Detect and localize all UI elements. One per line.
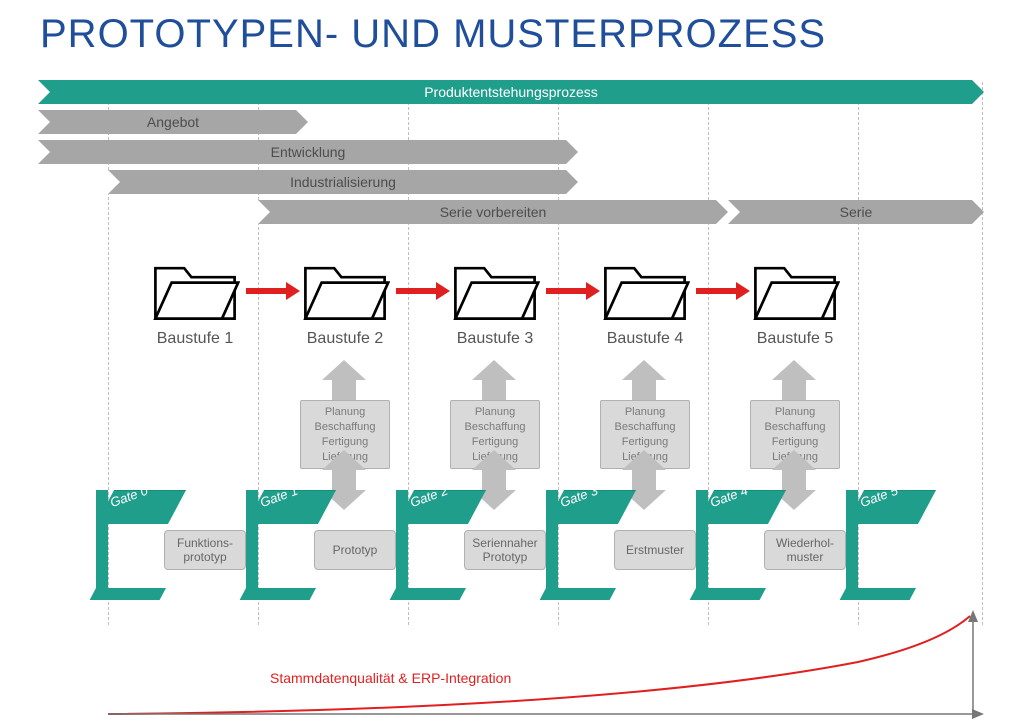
bar-serie: Serie — [728, 200, 984, 224]
folder-icon — [150, 252, 240, 324]
bar-entwicklung: Entwicklung — [38, 140, 578, 164]
stage-box: Funktions- prototyp — [164, 530, 246, 570]
baustufe-label: Baustufe 4 — [590, 330, 700, 348]
baustufe-label: Baustufe 1 — [140, 330, 250, 348]
bar-label: Produktentstehungsprozess — [424, 84, 598, 100]
folder-icon — [450, 252, 540, 324]
diagram-stage: PROTOTYPEN- UND MUSTERPROZESS Produktent… — [0, 0, 1024, 725]
stage-box: Erstmuster — [614, 530, 696, 570]
bar-produktentstehung: Produktentstehungsprozess — [38, 80, 984, 104]
flow-arrow-icon — [696, 288, 738, 294]
bar-label: Entwicklung — [271, 144, 346, 160]
flow-arrow-icon — [546, 288, 588, 294]
folder-icon — [750, 252, 840, 324]
stage-box: Wiederhol- muster — [764, 530, 846, 570]
bar-serie-vorbereiten: Serie vorbereiten — [258, 200, 728, 224]
baustufe-label: Baustufe 5 — [740, 330, 850, 348]
curve-label: Stammdatenqualität & ERP-Integration — [270, 670, 511, 686]
quality-curve — [108, 610, 988, 720]
page-title: PROTOTYPEN- UND MUSTERPROZESS — [40, 12, 826, 57]
folder-icon — [600, 252, 690, 324]
flow-arrow-icon — [246, 288, 288, 294]
folder-icon — [300, 252, 390, 324]
flow-arrow-icon — [396, 288, 438, 294]
bar-label: Serie vorbereiten — [440, 204, 547, 220]
gate-5: Gate 5 — [846, 490, 936, 600]
bar-industrialisierung: Industrialisierung — [108, 170, 578, 194]
guide-line — [982, 82, 983, 625]
baustufe-label: Baustufe 2 — [290, 330, 400, 348]
stage-box: Seriennaher Prototyp — [464, 530, 546, 570]
bar-label: Serie — [840, 204, 873, 220]
stage-box: Prototyp — [314, 530, 396, 570]
bar-label: Industrialisierung — [290, 174, 396, 190]
bar-angebot: Angebot — [38, 110, 308, 134]
baustufe-label: Baustufe 3 — [440, 330, 550, 348]
bar-label: Angebot — [147, 114, 199, 130]
